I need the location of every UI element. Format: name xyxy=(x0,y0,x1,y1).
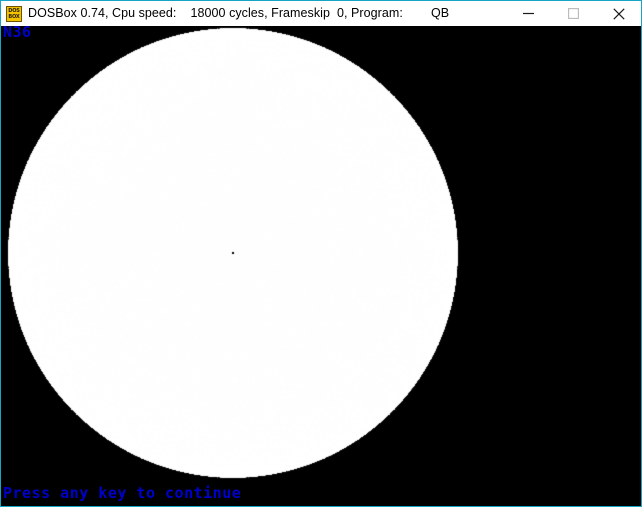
dosbox-app-icon: DOS BOX xyxy=(6,5,22,22)
app-icon-text: DOS BOX xyxy=(7,7,21,21)
close-icon xyxy=(612,7,625,20)
chord-moire-graphic xyxy=(1,26,641,506)
app-icon-line-1: DOS xyxy=(8,7,20,14)
maximize-button[interactable] xyxy=(551,1,596,26)
maximize-icon xyxy=(568,8,579,19)
close-button[interactable] xyxy=(596,1,641,26)
dos-screen[interactable]: N36 Press any key to continue xyxy=(1,26,641,506)
title-bar[interactable]: DOS BOX DOSBox 0.74, Cpu speed: 18000 cyc… xyxy=(1,1,641,26)
app-icon-line-2: BOX xyxy=(8,14,20,20)
window-controls xyxy=(506,1,641,26)
minimize-button[interactable] xyxy=(506,1,551,26)
dosbox-window: DOS BOX DOSBox 0.74, Cpu speed: 18000 cyc… xyxy=(0,0,642,507)
dos-prompt-label: Press any key to continue xyxy=(3,484,242,502)
window-title: DOSBox 0.74, Cpu speed: 18000 cycles, Fr… xyxy=(28,6,450,20)
dos-top-label: N36 xyxy=(3,26,32,41)
minimize-icon xyxy=(523,12,534,15)
